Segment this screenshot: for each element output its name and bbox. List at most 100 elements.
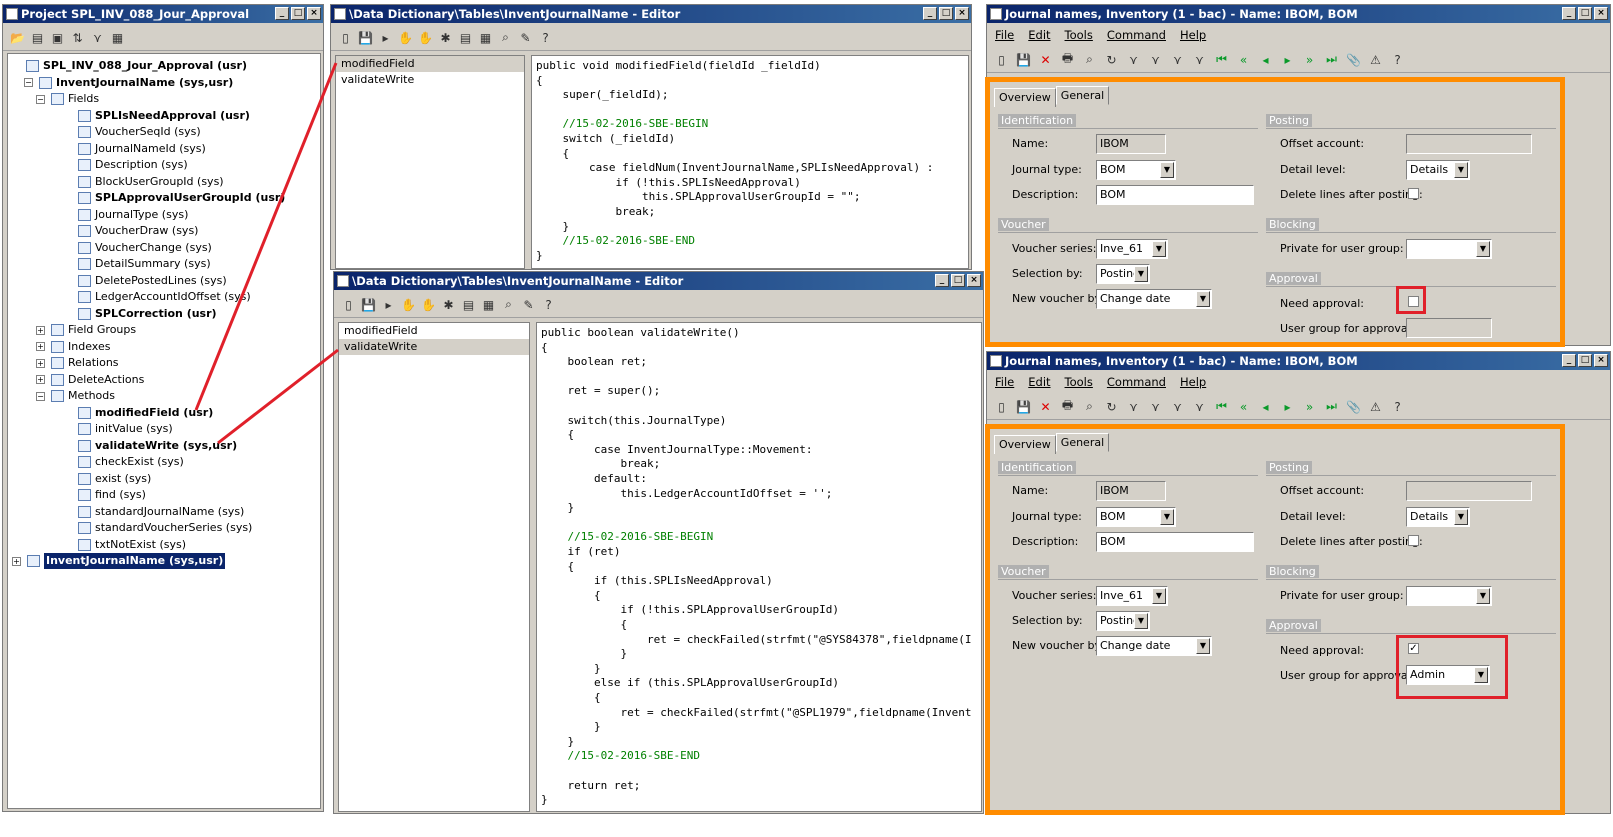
- import-icon[interactable]: ⇅: [69, 29, 86, 46]
- maximize-button[interactable]: □: [1578, 7, 1592, 20]
- expand-toggle-icon[interactable]: +: [36, 375, 45, 384]
- field-new_voucher[interactable]: Change date ▼: [1096, 289, 1212, 309]
- field-voucher_series[interactable]: Inve_61 ▼: [1096, 586, 1168, 606]
- tree-node[interactable]: DetailSummary (sys): [78, 256, 211, 272]
- alert-icon[interactable]: ⚠: [1367, 51, 1384, 68]
- maximize-button[interactable]: □: [951, 274, 965, 287]
- help-icon[interactable]: ?: [1389, 398, 1406, 415]
- tree-node[interactable]: LedgerAccountIdOffset (sys): [78, 289, 251, 305]
- tab-general[interactable]: General: [1055, 86, 1110, 105]
- tree-node[interactable]: + Indexes: [36, 339, 110, 355]
- tree-node[interactable]: + Field Groups: [36, 322, 136, 338]
- maximize-button[interactable]: □: [1578, 354, 1592, 367]
- tree-node[interactable]: standardVoucherSeries (sys): [78, 520, 252, 536]
- filter-icon[interactable]: ⋎: [1125, 398, 1142, 415]
- maximize-button[interactable]: □: [939, 7, 953, 20]
- chevron-down-icon[interactable]: ▼: [1196, 291, 1210, 307]
- field-private-group[interactable]: ▼: [1406, 239, 1492, 259]
- hand-icon[interactable]: ✋: [397, 29, 414, 46]
- save-icon[interactable]: 💾: [357, 29, 374, 46]
- breakpoint-icon[interactable]: ✱: [437, 29, 454, 46]
- filter2-icon[interactable]: ⋎: [1147, 398, 1164, 415]
- field-detail[interactable]: Details ▼: [1406, 160, 1470, 180]
- chevron-down-icon[interactable]: ▼: [1196, 638, 1210, 654]
- tree-node[interactable]: find (sys): [78, 487, 146, 503]
- new-icon[interactable]: ▯: [993, 51, 1010, 68]
- chevron-down-icon[interactable]: ▼: [1152, 588, 1166, 604]
- new-icon[interactable]: ▯: [340, 296, 357, 313]
- save-icon[interactable]: 💾: [1015, 51, 1032, 68]
- close-button[interactable]: ×: [1594, 7, 1608, 20]
- tree-node[interactable]: initValue (sys): [78, 421, 173, 437]
- menu-item[interactable]: Edit: [1028, 25, 1050, 45]
- help-icon[interactable]: ?: [540, 296, 557, 313]
- method-modifiedfield[interactable]: modifiedField: [336, 56, 524, 72]
- delete-icon[interactable]: ✕: [1037, 51, 1054, 68]
- tab-overview[interactable]: Overview: [994, 435, 1056, 454]
- close-button[interactable]: ×: [307, 7, 321, 20]
- tree-node[interactable]: SPLIsNeedApproval (usr): [78, 108, 250, 124]
- menu-item[interactable]: Edit: [1028, 372, 1050, 392]
- field-detail[interactable]: Details ▼: [1406, 507, 1470, 527]
- field-selection_by[interactable]: Posting ▼: [1096, 611, 1150, 631]
- editor2-code[interactable]: public boolean validateWrite(){ boolean …: [536, 322, 982, 812]
- last-icon[interactable]: ⏭: [1323, 398, 1340, 415]
- tree-node[interactable]: JournalNameId (sys): [78, 141, 206, 157]
- chevron-down-icon[interactable]: ▼: [1152, 241, 1166, 257]
- tab-general[interactable]: General: [1055, 433, 1110, 452]
- tree-node[interactable]: DeletePostedLines (sys): [78, 273, 227, 289]
- hand-icon[interactable]: ✋: [400, 296, 417, 313]
- lookup-icon[interactable]: ▦: [477, 29, 494, 46]
- run-icon[interactable]: ▸: [380, 296, 397, 313]
- tab-overview[interactable]: Overview: [994, 88, 1056, 107]
- properties-icon[interactable]: ▤: [29, 29, 46, 46]
- last-icon[interactable]: ⏭: [1323, 51, 1340, 68]
- tree-node[interactable]: − Methods: [36, 388, 115, 404]
- filter2-icon[interactable]: ⋎: [1147, 51, 1164, 68]
- attach-icon[interactable]: 📎: [1345, 398, 1362, 415]
- chevron-down-icon[interactable]: ▼: [1134, 266, 1148, 282]
- first-icon[interactable]: ⏮: [1213, 51, 1230, 68]
- filter-icon[interactable]: ⋎: [89, 29, 106, 46]
- filter3-icon[interactable]: ⋎: [1169, 51, 1186, 68]
- expand-toggle-icon[interactable]: +: [36, 342, 45, 351]
- field-private-group[interactable]: ▼: [1406, 586, 1492, 606]
- tree-node[interactable]: VoucherChange (sys): [78, 240, 212, 256]
- filter-icon[interactable]: ⋎: [1125, 51, 1142, 68]
- open-icon[interactable]: 📂: [9, 29, 26, 46]
- field-user-group[interactable]: [1406, 318, 1492, 338]
- prev-icon[interactable]: ◂: [1257, 51, 1274, 68]
- new-icon[interactable]: ▯: [993, 398, 1010, 415]
- refresh-icon[interactable]: ↻: [1103, 398, 1120, 415]
- chevron-down-icon[interactable]: ▼: [1160, 162, 1174, 178]
- tree-node[interactable]: + InventJournalName (sys,usr): [12, 553, 226, 569]
- close-button[interactable]: ×: [955, 7, 969, 20]
- checkbox-delete-lines[interactable]: [1408, 535, 1419, 546]
- field-journal_type[interactable]: BOM ▼: [1096, 507, 1176, 527]
- lookup-icon[interactable]: ▦: [480, 296, 497, 313]
- menu-item[interactable]: Help: [1180, 372, 1206, 392]
- tree-node[interactable]: modifiedField (usr): [78, 405, 213, 421]
- menu-item[interactable]: Tools: [1065, 372, 1093, 392]
- chevron-down-icon[interactable]: ▼: [1476, 588, 1490, 604]
- tree-node[interactable]: SPL_INV_088_Jour_Approval (usr): [26, 58, 247, 74]
- alert-icon[interactable]: ⚠: [1367, 398, 1384, 415]
- method-validatewrite[interactable]: validateWrite: [336, 72, 524, 88]
- minimize-button[interactable]: _: [935, 274, 949, 287]
- menu-item[interactable]: File: [995, 372, 1014, 392]
- method-validatewrite[interactable]: validateWrite: [339, 339, 529, 355]
- tree-node[interactable]: exist (sys): [78, 471, 151, 487]
- field-voucher_series[interactable]: Inve_61 ▼: [1096, 239, 1168, 259]
- clear-filter-icon[interactable]: ⋎: [1191, 398, 1208, 415]
- attach-icon[interactable]: 📎: [1345, 51, 1362, 68]
- chevron-down-icon[interactable]: ▼: [1476, 241, 1490, 257]
- help-icon[interactable]: ?: [537, 29, 554, 46]
- preview-icon[interactable]: ⌕: [1081, 398, 1098, 415]
- editor1-code[interactable]: public void modifiedField(fieldId _field…: [531, 55, 969, 269]
- minimize-button[interactable]: _: [1562, 7, 1576, 20]
- expand-toggle-icon[interactable]: −: [36, 391, 45, 401]
- tree-node[interactable]: VoucherSeqId (sys): [78, 124, 201, 140]
- preview-icon[interactable]: ⌕: [1081, 51, 1098, 68]
- compile-icon[interactable]: ▣: [49, 29, 66, 46]
- tree-node[interactable]: − Fields: [36, 91, 99, 107]
